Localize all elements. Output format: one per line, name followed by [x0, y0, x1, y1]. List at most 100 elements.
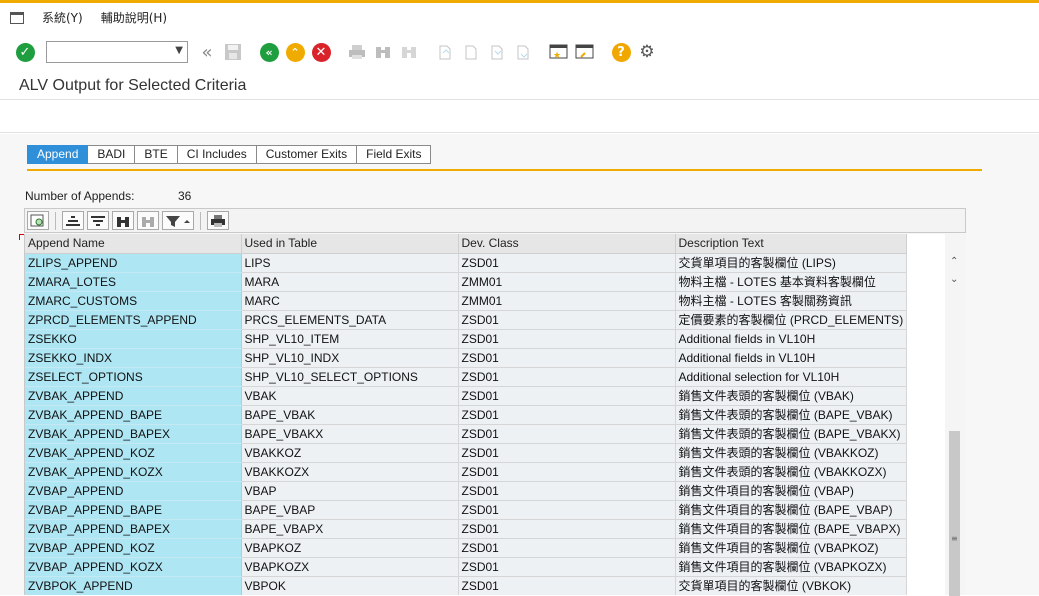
cell-description[interactable]: 物料主檔 - LOTES 客製關務資訊 [675, 291, 908, 311]
cell-used-in-table[interactable]: MARA [241, 272, 459, 292]
double-left-icon[interactable]: « [196, 41, 218, 63]
cell-description[interactable]: 銷售文件項目的客製欄位 (BAPE_VBAP) [675, 500, 908, 520]
cell-append-name[interactable]: ZVBPOK_APPEND [25, 576, 242, 595]
last-page-icon[interactable] [512, 41, 534, 63]
cell-append-name[interactable]: ZVBAP_APPEND [25, 481, 242, 501]
scroll-down-icon[interactable]: ⌄ [950, 274, 958, 285]
cell-append-name[interactable]: ZVBAK_APPEND_KOZ [25, 443, 242, 463]
cell-used-in-table[interactable]: VBPOK [241, 576, 459, 595]
column-header-description[interactable]: Description Text [675, 234, 908, 254]
cell-dev-class[interactable]: ZMM01 [458, 272, 676, 292]
table-row[interactable]: ZLIPS_APPEND LIPS ZSD01 交貨單項目的客製欄位 (LIPS) [25, 253, 908, 273]
tab-append[interactable]: Append [27, 145, 89, 164]
cell-description[interactable]: 交貨單項目的客製欄位 (VBKOK) [675, 576, 908, 595]
check-icon[interactable]: ✓ [14, 41, 36, 63]
table-row[interactable]: ZVBPOK_APPEND VBPOK ZSD01 交貨單項目的客製欄位 (VBKOK… [25, 576, 908, 595]
cell-dev-class[interactable]: ZSD01 [458, 576, 676, 595]
cell-dev-class[interactable]: ZSD01 [458, 538, 676, 558]
table-row[interactable]: ZVBAP_APPEND_KOZ VBAPKOZ ZSD01 銷售文件項目的客製欄位 … [25, 538, 908, 558]
previous-page-icon[interactable] [460, 41, 482, 63]
cell-dev-class[interactable]: ZSD01 [458, 443, 676, 463]
find-next-icon[interactable] [398, 41, 420, 63]
table-row[interactable]: ZVBAK_APPEND_BAPEX BAPE_VBAKX ZSD01 銷售文件表頭的… [25, 424, 908, 444]
tab-bte[interactable]: BTE [135, 145, 178, 164]
exit-icon[interactable]: ⌃ [284, 41, 306, 63]
shortcut-icon[interactable] [574, 41, 596, 63]
tab-ci-includes[interactable]: CI Includes [177, 145, 257, 164]
cell-dev-class[interactable]: ZSD01 [458, 405, 676, 425]
cell-used-in-table[interactable]: SHP_VL10_ITEM [241, 329, 459, 349]
cell-append-name[interactable]: ZVBAK_APPEND [25, 386, 242, 406]
next-page-icon[interactable] [486, 41, 508, 63]
cell-append-name[interactable]: ZVBAK_APPEND_BAPEX [25, 424, 242, 444]
cell-append-name[interactable]: ZLIPS_APPEND [25, 253, 242, 273]
settings-icon[interactable]: ⚙ [636, 41, 658, 63]
vertical-scrollbar[interactable]: ⌃ ⌄ ≡ [945, 234, 966, 596]
back-icon[interactable]: « [258, 41, 280, 63]
column-header-used-in-table[interactable]: Used in Table [241, 234, 459, 254]
cell-append-name[interactable]: ZVBAP_APPEND_KOZX [25, 557, 242, 577]
cell-dev-class[interactable]: ZSD01 [458, 500, 676, 520]
command-field[interactable]: ▼ [46, 41, 188, 63]
cell-description[interactable]: 定價要素的客製欄位 (PRCD_ELEMENTS) [675, 310, 908, 330]
table-row[interactable]: ZSEKKO SHP_VL10_ITEM ZSD01 Additional field… [25, 329, 908, 349]
cell-used-in-table[interactable]: BAPE_VBAPX [241, 519, 459, 539]
cell-used-in-table[interactable]: SHP_VL10_SELECT_OPTIONS [241, 367, 459, 387]
cell-dev-class[interactable]: ZSD01 [458, 253, 676, 273]
cell-used-in-table[interactable]: MARC [241, 291, 459, 311]
cell-dev-class[interactable]: ZSD01 [458, 424, 676, 444]
cell-append-name[interactable]: ZSELECT_OPTIONS [25, 367, 242, 387]
cell-append-name[interactable]: ZVBAK_APPEND_BAPE [25, 405, 242, 425]
find-icon[interactable] [372, 41, 394, 63]
menu-help[interactable]: 輔助說明(H) [101, 9, 167, 26]
cell-used-in-table[interactable]: BAPE_VBAP [241, 500, 459, 520]
filter-icon[interactable] [162, 211, 194, 230]
cell-used-in-table[interactable]: PRCS_ELEMENTS_DATA [241, 310, 459, 330]
print-icon[interactable] [207, 211, 229, 230]
cell-description[interactable]: 物料主檔 - LOTES 基本資料客製欄位 [675, 272, 908, 292]
cell-description[interactable]: Additional fields in VL10H [675, 348, 908, 368]
cell-description[interactable]: Additional selection for VL10H [675, 367, 908, 387]
first-page-icon[interactable] [434, 41, 456, 63]
table-row[interactable]: ZVBAK_APPEND_KOZ VBAKKOZ ZSD01 銷售文件表頭的客製欄位 … [25, 443, 908, 463]
menu-system[interactable]: 系統(Y) [42, 9, 83, 26]
command-dropdown-icon[interactable]: ▼ [175, 45, 183, 56]
cell-description[interactable]: Additional fields in VL10H [675, 329, 908, 349]
cell-append-name[interactable]: ZVBAK_APPEND_KOZX [25, 462, 242, 482]
cell-description[interactable]: 銷售文件項目的客製欄位 (BAPE_VBAPX) [675, 519, 908, 539]
table-row[interactable]: ZMARA_LOTES MARA ZMM01 物料主檔 - LOTES 基本資料客製欄… [25, 272, 908, 292]
cell-append-name[interactable]: ZVBAP_APPEND_BAPE [25, 500, 242, 520]
table-row[interactable]: ZVBAK_APPEND_KOZX VBAKKOZX ZSD01 銷售文件表頭的客製欄… [25, 462, 908, 482]
table-row[interactable]: ZMARC_CUSTOMS MARC ZMM01 物料主檔 - LOTES 客製關務資… [25, 291, 908, 311]
table-row[interactable]: ZPRCD_ELEMENTS_APPEND PRCS_ELEMENTS_DATA Z… [25, 310, 908, 330]
cell-description[interactable]: 銷售文件項目的客製欄位 (VBAPKOZ) [675, 538, 908, 558]
cell-append-name[interactable]: ZVBAP_APPEND_BAPEX [25, 519, 242, 539]
save-icon[interactable] [222, 41, 244, 63]
cell-append-name[interactable]: ZMARA_LOTES [25, 272, 242, 292]
cell-dev-class[interactable]: ZSD01 [458, 557, 676, 577]
cell-used-in-table[interactable]: VBAKKOZ [241, 443, 459, 463]
table-row[interactable]: ZSELECT_OPTIONS SHP_VL10_SELECT_OPTIONS ZS… [25, 367, 908, 387]
column-header-append-name[interactable]: Append Name [25, 234, 242, 254]
table-row[interactable]: ZVBAK_APPEND VBAK ZSD01 銷售文件表頭的客製欄位 (VBAK) [25, 386, 908, 406]
cell-dev-class[interactable]: ZSD01 [458, 367, 676, 387]
scroll-up-icon[interactable]: ⌃ [950, 256, 958, 267]
cell-dev-class[interactable]: ZSD01 [458, 481, 676, 501]
cell-used-in-table[interactable]: VBAKKOZX [241, 462, 459, 482]
cell-used-in-table[interactable]: VBAK [241, 386, 459, 406]
cell-dev-class[interactable]: ZSD01 [458, 348, 676, 368]
cell-description[interactable]: 銷售文件項目的客製欄位 (VBAPKOZX) [675, 557, 908, 577]
create-session-icon[interactable]: ★ [548, 41, 570, 63]
cell-description[interactable]: 銷售文件表頭的客製欄位 (BAPE_VBAK) [675, 405, 908, 425]
cell-append-name[interactable]: ZSEKKO_INDX [25, 348, 242, 368]
cell-dev-class[interactable]: ZSD01 [458, 386, 676, 406]
table-row[interactable]: ZVBAP_APPEND_KOZX VBAPKOZX ZSD01 銷售文件項目的客製欄… [25, 557, 908, 577]
cell-description[interactable]: 銷售文件表頭的客製欄位 (VBAK) [675, 386, 908, 406]
cell-used-in-table[interactable]: VBAPKOZ [241, 538, 459, 558]
cell-dev-class[interactable]: ZSD01 [458, 329, 676, 349]
cell-used-in-table[interactable]: BAPE_VBAKX [241, 424, 459, 444]
cell-dev-class[interactable]: ZSD01 [458, 310, 676, 330]
cell-dev-class[interactable]: ZSD01 [458, 519, 676, 539]
cell-description[interactable]: 銷售文件表頭的客製欄位 (BAPE_VBAKX) [675, 424, 908, 444]
table-row[interactable]: ZSEKKO_INDX SHP_VL10_INDX ZSD01 Additional … [25, 348, 908, 368]
